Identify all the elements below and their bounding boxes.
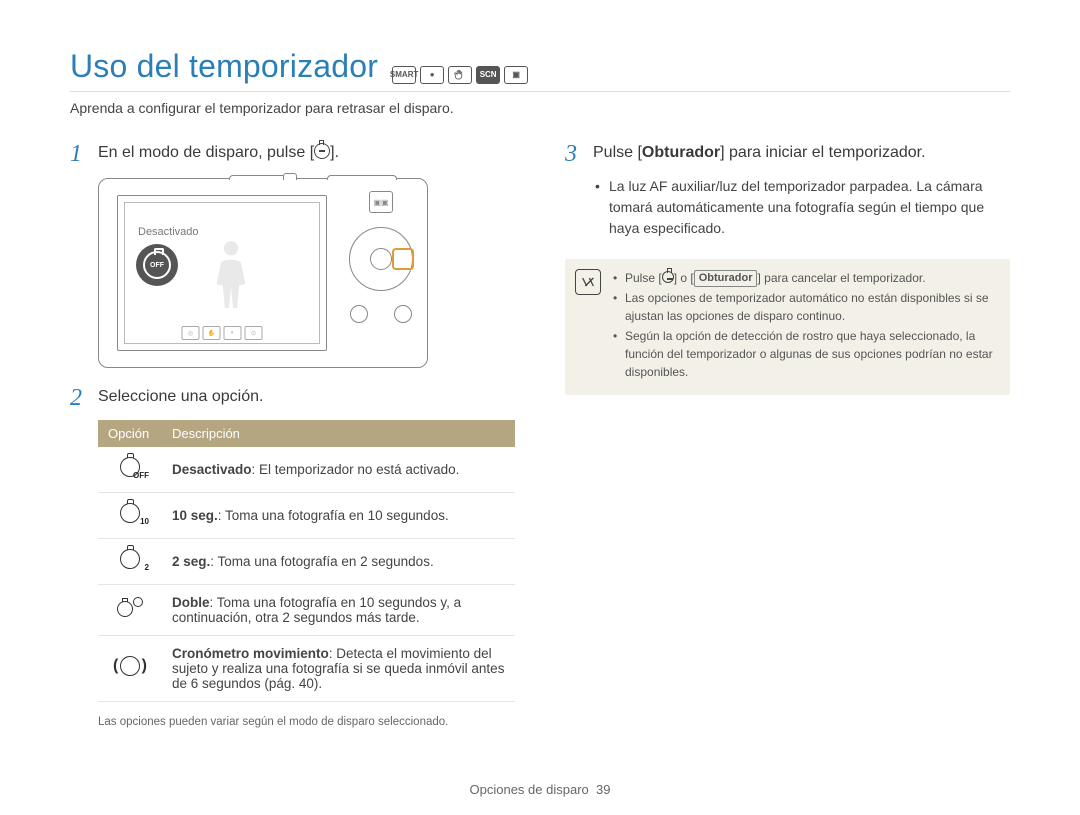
note-list: Pulse [] o [Obturador] para cancelar el … (613, 269, 996, 383)
step-number: 1 (70, 142, 88, 166)
columns: 1 En el modo de disparo, pulse []. Desac… (70, 142, 1010, 728)
step-1: 1 En el modo de disparo, pulse []. (70, 142, 515, 166)
timer-icon (662, 271, 674, 283)
playback-button-icon: ▣▣ (369, 191, 393, 213)
table-head-option: Opción (98, 420, 162, 447)
options-table: Opción Descripción OFF Desactivado: El t… (98, 420, 515, 702)
list-item: La luz AF auxiliar/luz del temporizador … (593, 176, 1010, 239)
step-3-bullets: La luz AF auxiliar/luz del temporizador … (593, 176, 1010, 239)
step-3: 3 Pulse [Obturador] para iniciar el temp… (565, 142, 1010, 166)
dpad-right-highlight (392, 248, 414, 270)
table-row: 10 10 seg.: Toma una fotografía en 10 se… (98, 493, 515, 539)
person-silhouette-icon (210, 238, 252, 315)
step-2: 2 Seleccione una opción. (70, 386, 515, 410)
step-text: En el modo de disparo, pulse []. (98, 142, 339, 164)
subtitle: Aprenda a configurar el temporizador par… (70, 100, 1010, 116)
table-row: Doble: Toma una fotografía en 10 segundo… (98, 585, 515, 636)
title-row: Uso del temporizador SMART ● SCN ▣ (70, 48, 1010, 92)
left-column: 1 En el modo de disparo, pulse []. Desac… (70, 142, 515, 728)
play-button-icon (394, 305, 412, 323)
step-number: 2 (70, 386, 88, 410)
table-footnote: Las opciones pueden variar según el modo… (98, 716, 515, 728)
camera-controls: ▣▣ (349, 191, 413, 323)
table-row: Cronómetro movimiento: Detecta el movimi… (98, 636, 515, 702)
timer-double-icon (117, 597, 143, 619)
timer-off-icon: OFF (120, 457, 140, 477)
mode-icon-scn: SCN (476, 66, 500, 84)
step-text: Pulse [Obturador] para iniciar el tempor… (593, 142, 926, 164)
page-title: Uso del temporizador (70, 48, 378, 85)
camera-illustration: Desactivado OFF ◎✋◐⊙ ▣▣ (98, 178, 428, 368)
page: Uso del temporizador SMART ● SCN ▣ Apren… (0, 0, 1080, 815)
dpad-icon (349, 227, 413, 291)
list-item: Las opciones de temporizador automático … (613, 289, 996, 325)
timer-2s-icon: 2 (120, 549, 140, 569)
timer-motion-icon (120, 656, 140, 676)
table-head-desc: Descripción (162, 420, 515, 447)
note-box: Pulse [] o [Obturador] para cancelar el … (565, 259, 1010, 395)
right-column: 3 Pulse [Obturador] para iniciar el temp… (565, 142, 1010, 728)
list-item: Pulse [] o [Obturador] para cancelar el … (613, 269, 996, 287)
step-text: Seleccione una opción. (98, 386, 263, 408)
mode-icon-hand (448, 66, 472, 84)
page-footer: Opciones de disparo 39 (0, 782, 1080, 797)
timer-10s-icon: 10 (120, 503, 140, 523)
note-icon (575, 269, 601, 295)
fn-button-icon (350, 305, 368, 323)
list-item: Según la opción de detección de rostro q… (613, 327, 996, 381)
mode-icon-video: ▣ (504, 66, 528, 84)
table-row: 2 2 seg.: Toma una fotografía en 2 segun… (98, 539, 515, 585)
screen-status-label: Desactivado (138, 226, 199, 238)
table-row: OFF Desactivado: El temporizador no está… (98, 447, 515, 493)
mode-icon-smart: SMART (392, 66, 416, 84)
timer-icon (314, 143, 330, 159)
mode-icon-camera: ● (420, 66, 444, 84)
mode-strip: ◎✋◐⊙ (182, 326, 263, 340)
mode-icons: SMART ● SCN ▣ (392, 66, 528, 84)
step-number: 3 (565, 142, 583, 166)
off-badge-icon: OFF (136, 244, 178, 286)
